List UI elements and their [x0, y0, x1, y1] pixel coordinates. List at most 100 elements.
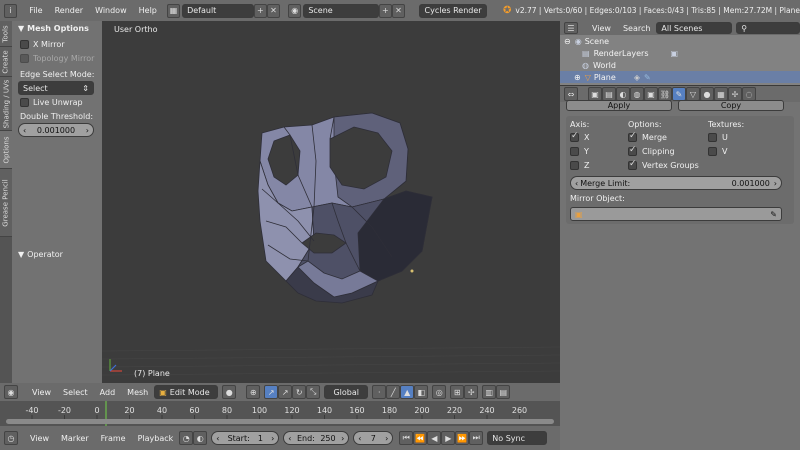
tab-shading-uvs[interactable]: Shading / UVs: [0, 77, 12, 131]
snap-icon[interactable]: ⊞: [450, 385, 465, 399]
axis-z-checkbox[interactable]: [570, 161, 579, 170]
object-tab-icon[interactable]: ▣: [644, 87, 658, 101]
tab-grease-pencil[interactable]: Grease Pencil: [0, 169, 12, 237]
transform-orientation-select[interactable]: Global: [324, 385, 369, 399]
keyframe-icon[interactable]: ◐: [193, 431, 208, 445]
scale-icon[interactable]: ⤡: [306, 385, 321, 399]
render-preview-icon[interactable]: ▥: [482, 385, 497, 399]
mode-selector[interactable]: ▣ Edit Mode: [154, 385, 219, 399]
physics-tab-icon[interactable]: ◌: [742, 87, 756, 101]
eyedropper-icon[interactable]: ✎: [770, 210, 777, 219]
play-reverse-icon[interactable]: ◀: [427, 431, 442, 445]
jump-start-icon[interactable]: ⏮: [399, 431, 414, 445]
prev-keyframe-icon[interactable]: ⏪: [413, 431, 428, 445]
occlude-geometry-icon[interactable]: ◧: [414, 385, 429, 399]
face-select-icon[interactable]: ▲: [400, 385, 415, 399]
menu-add[interactable]: Add: [100, 388, 116, 397]
decrement-arrow-icon[interactable]: ‹: [575, 179, 578, 188]
mesh-options-header[interactable]: ▼ Mesh Options: [12, 21, 102, 35]
outliner-item-plane[interactable]: ⊕ ▽ Plane ◈ ✎: [560, 71, 800, 83]
vertex-groups-checkbox[interactable]: ✓: [628, 159, 637, 170]
x-mirror-row[interactable]: X Mirror: [12, 37, 102, 51]
add-scene-icon[interactable]: +: [378, 3, 392, 18]
live-unwrap-row[interactable]: Live Unwrap: [12, 95, 102, 109]
menu-playback[interactable]: Playback: [138, 434, 174, 443]
menu-file[interactable]: File: [29, 6, 42, 15]
merge-limit-field[interactable]: ‹ Merge Limit: 0.001000 ›: [570, 176, 782, 190]
editor-type-icon[interactable]: i: [4, 3, 18, 18]
menu-view[interactable]: View: [592, 24, 611, 33]
texture-u-checkbox[interactable]: [708, 133, 717, 142]
scene-icon[interactable]: ◉: [288, 3, 302, 18]
apply-button[interactable]: Apply: [566, 100, 672, 111]
pivot-point-icon[interactable]: ⊕: [246, 385, 261, 399]
remove-scene-icon[interactable]: ✕: [391, 3, 406, 18]
add-layout-icon[interactable]: +: [253, 3, 267, 18]
live-unwrap-checkbox[interactable]: [20, 97, 29, 107]
texture-v-checkbox[interactable]: [708, 147, 717, 156]
increment-arrow-icon[interactable]: ›: [271, 434, 274, 443]
use-preview-range-icon[interactable]: ◔: [179, 431, 194, 445]
copy-button[interactable]: Copy: [678, 100, 784, 111]
editor-type-icon[interactable]: ◉: [4, 385, 18, 399]
decrement-arrow-icon[interactable]: ‹: [23, 126, 26, 135]
axis-x-checkbox[interactable]: ✓: [570, 131, 579, 142]
camera-icon[interactable]: ▤: [496, 385, 511, 399]
data-tab-icon[interactable]: ▽: [686, 87, 700, 101]
clipping-checkbox[interactable]: ✓: [628, 145, 637, 156]
menu-view[interactable]: View: [30, 434, 49, 443]
timeline-ruler[interactable]: -40 -20 0 20 40 60 80 100 120 140 160 180 200 220 240 2…: [0, 401, 560, 426]
texture-tab-icon[interactable]: ▦: [714, 87, 728, 101]
tab-create[interactable]: Create: [0, 47, 12, 77]
expand-icon[interactable]: ⊕: [574, 73, 581, 82]
screen-layout-icon[interactable]: ▦: [166, 3, 181, 18]
menu-frame[interactable]: Frame: [101, 434, 126, 443]
snap-element-icon[interactable]: ✢: [464, 385, 479, 399]
menu-window[interactable]: Window: [95, 6, 127, 15]
double-threshold-field[interactable]: ‹ 0.001000 ›: [18, 123, 94, 137]
increment-arrow-icon[interactable]: ›: [774, 179, 777, 188]
mesh-object[interactable]: [102, 21, 560, 383]
menu-help[interactable]: Help: [139, 6, 157, 15]
topology-mirror-checkbox[interactable]: [20, 53, 29, 63]
menu-mesh[interactable]: Mesh: [127, 388, 148, 397]
decrement-arrow-icon[interactable]: ‹: [358, 434, 361, 443]
outliner-item-world[interactable]: ◍ World: [560, 59, 800, 71]
manipulator-toggle-icon[interactable]: ↗: [264, 385, 279, 399]
merge-checkbox[interactable]: ✓: [628, 131, 637, 142]
particles-tab-icon[interactable]: ✢: [728, 87, 742, 101]
scene-selector[interactable]: Scene: [303, 3, 379, 18]
layout-selector[interactable]: Default: [182, 3, 254, 18]
render-layers-tab-icon[interactable]: ▤: [602, 87, 616, 101]
tab-tools[interactable]: Tools: [0, 21, 12, 47]
translate-icon[interactable]: ↗: [278, 385, 293, 399]
outliner-item-scene[interactable]: ⊖ ◉ Scene: [560, 35, 800, 47]
material-tab-icon[interactable]: ●: [700, 87, 714, 101]
play-icon[interactable]: ▶: [441, 431, 456, 445]
modifiers-tab-icon[interactable]: ✎: [672, 87, 686, 101]
editor-type-icon[interactable]: ⇔: [564, 87, 578, 101]
menu-select[interactable]: Select: [63, 388, 88, 397]
render-engine-select[interactable]: Cycles Render: [419, 3, 487, 18]
editor-type-icon[interactable]: ◷: [4, 431, 18, 445]
sync-mode-select[interactable]: No Sync: [487, 431, 548, 445]
next-keyframe-icon[interactable]: ⏩: [455, 431, 470, 445]
menu-render[interactable]: Render: [55, 6, 83, 15]
mirror-object-field[interactable]: ▣ ✎: [570, 207, 782, 221]
expand-icon[interactable]: ⊖: [564, 37, 571, 46]
proportional-edit-icon[interactable]: ◎: [432, 385, 447, 399]
outliner-item-renderlayers[interactable]: ▤ RenderLayers ▣: [560, 47, 800, 59]
increment-arrow-icon[interactable]: ›: [385, 434, 388, 443]
outliner-search-field[interactable]: ⚲: [736, 22, 800, 34]
current-frame-field[interactable]: ‹ 7 ›: [353, 431, 394, 445]
constraints-tab-icon[interactable]: ⛓: [658, 87, 672, 101]
edge-select-mode-dropdown[interactable]: Select ⇕: [18, 81, 94, 95]
end-frame-field[interactable]: ‹ End: 250 ›: [283, 431, 350, 445]
outliner-display-mode[interactable]: All Scenes: [656, 22, 733, 34]
jump-end-icon[interactable]: ⏭: [469, 431, 484, 445]
topology-mirror-row[interactable]: Topology Mirror: [12, 51, 102, 65]
scene-tab-icon[interactable]: ◐: [616, 87, 630, 101]
x-mirror-checkbox[interactable]: [20, 39, 29, 49]
decrement-arrow-icon[interactable]: ‹: [216, 434, 219, 443]
world-tab-icon[interactable]: ◍: [630, 87, 644, 101]
